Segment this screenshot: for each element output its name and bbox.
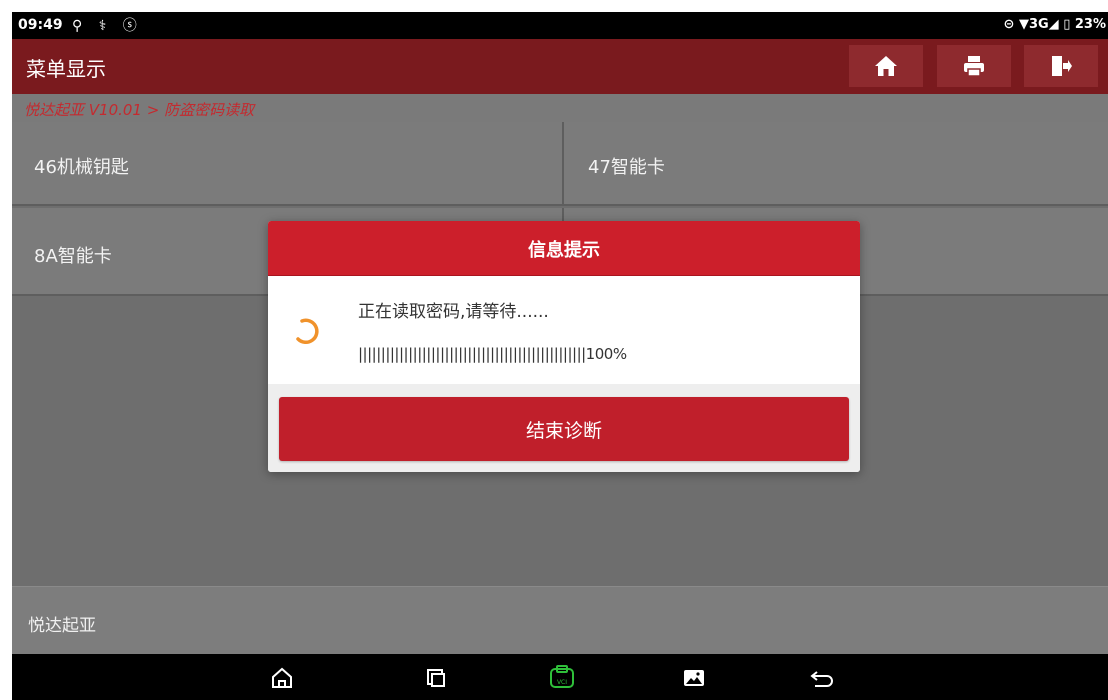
menu-item-label: 46机械钥匙 bbox=[34, 157, 129, 178]
nav-gallery-button[interactable] bbox=[680, 664, 708, 692]
app-header: 菜单显示 bbox=[12, 39, 1108, 94]
status-right-indicators: ⊝ ▼3G◢ ▯ 23% bbox=[1003, 17, 1106, 32]
home-icon bbox=[875, 56, 897, 76]
vci-icon: VCI bbox=[550, 665, 574, 688]
status-left-icons: ⚲ ⚕ ⓢ bbox=[72, 18, 143, 34]
breadcrumb: 悦达起亚 V10.01 > 防盗密码读取 bbox=[12, 94, 1108, 122]
menu-item-label: 47智能卡 bbox=[588, 157, 665, 178]
print-icon bbox=[964, 56, 984, 77]
gallery-icon bbox=[684, 670, 704, 686]
nav-recent-apps-button[interactable] bbox=[422, 664, 450, 692]
recent-apps-icon bbox=[427, 669, 445, 687]
end-diagnosis-button[interactable]: 结束诊断 bbox=[279, 397, 849, 461]
svg-text:VCI: VCI bbox=[557, 679, 567, 686]
navigation-bar: VCI bbox=[12, 654, 1108, 700]
dialog-title: 信息提示 bbox=[528, 240, 600, 261]
home-button[interactable] bbox=[849, 45, 923, 87]
status-bar: 09:49 ⚲ ⚕ ⓢ ⊝ ▼3G◢ ▯ 23% bbox=[12, 12, 1108, 39]
dialog-message: 正在读取密码,请等待...... bbox=[358, 302, 549, 322]
footer-bar: 悦达起亚 bbox=[12, 586, 1108, 655]
nav-vci-button[interactable]: VCI bbox=[548, 664, 576, 692]
status-time: 09:49 bbox=[18, 17, 63, 33]
menu-item-label: 8A智能卡 bbox=[34, 246, 112, 267]
exit-button[interactable] bbox=[1024, 45, 1098, 87]
back-icon bbox=[810, 671, 833, 687]
info-dialog: 信息提示 正在读取密码,请等待...... ||||||||||||||||||… bbox=[268, 221, 860, 472]
home-icon bbox=[272, 667, 292, 688]
nav-home-button[interactable] bbox=[268, 664, 296, 692]
screen: 09:49 ⚲ ⚕ ⓢ ⊝ ▼3G◢ ▯ 23% 菜单显示 悦达起亚 V10.0… bbox=[12, 12, 1108, 700]
menu-item-46[interactable]: 46机械钥匙 bbox=[12, 122, 564, 206]
dialog-header: 信息提示 bbox=[268, 221, 860, 276]
nav-back-button[interactable] bbox=[808, 664, 836, 692]
menu-item-47[interactable]: 47智能卡 bbox=[564, 122, 1108, 206]
print-button[interactable] bbox=[937, 45, 1011, 87]
breadcrumb-text: 悦达起亚 V10.01 > 防盗密码读取 bbox=[24, 101, 255, 119]
loading-spinner-icon bbox=[290, 313, 326, 353]
exit-icon bbox=[1052, 56, 1072, 76]
progress-text: ||||||||||||||||||||||||||||||||||||||||… bbox=[358, 345, 627, 363]
footer-label: 悦达起亚 bbox=[28, 616, 96, 636]
page-title: 菜单显示 bbox=[26, 57, 106, 81]
